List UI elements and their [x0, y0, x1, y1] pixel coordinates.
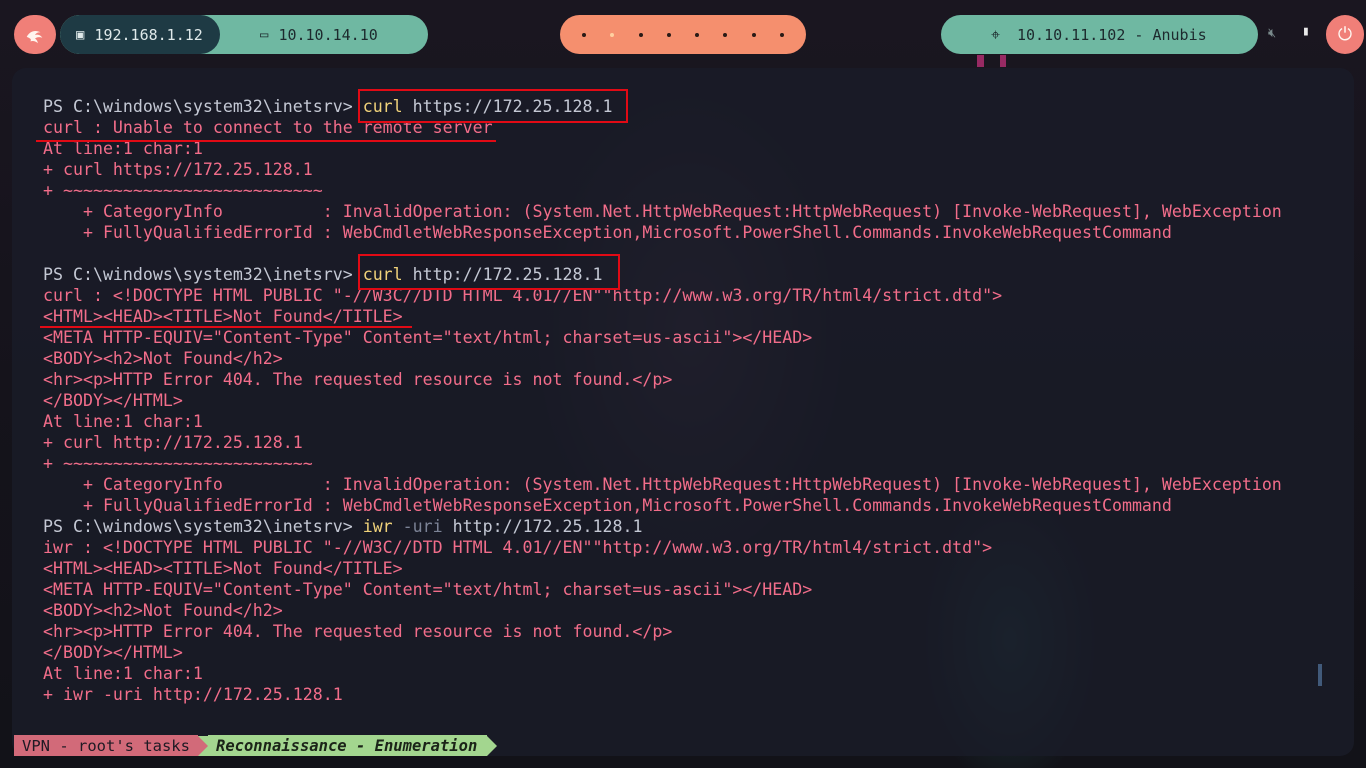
terminal-text-err: + ~~~~~~~~~~~~~~~~~~~~~~~~~~ [43, 181, 323, 200]
terminal-text-err: + curl https://172.25.128.1 [43, 160, 313, 179]
terminal-line: <BODY><h2>Not Found</h2> [43, 348, 1282, 369]
terminal-text-err: At line:1 char:1 [43, 664, 203, 683]
highlight-box-http-command [358, 254, 620, 290]
terminal-text-err: </BODY></HTML> [43, 391, 183, 410]
target-label: 10.10.11.102 - Anubis [1017, 25, 1207, 44]
terminal-text-err: + FullyQualifiedErrorId : WebCmdletWebRe… [43, 223, 1172, 242]
menu-button[interactable] [14, 15, 56, 54]
terminal-line: <BODY><h2>Not Found</h2> [43, 600, 1282, 621]
underline-connect-error [36, 140, 496, 142]
ethernet-icon: ▣ [76, 26, 85, 43]
local-ip-indicator: ▣ 192.168.1.12 [60, 15, 220, 54]
workspace-dot[interactable] [723, 32, 728, 37]
wallpaper-neon-streak [1000, 55, 1006, 67]
terminal-text-err: + curl http://172.25.128.1 [43, 433, 303, 452]
terminal-line: curl : Unable to connect to the remote s… [43, 117, 1282, 138]
underline-not-found-title [40, 326, 412, 328]
wallpaper-neon-streak [977, 55, 984, 67]
workspace-dot[interactable] [610, 32, 615, 37]
workspace-dot[interactable] [666, 32, 671, 37]
terminal-line: + CategoryInfo : InvalidOperation: (Syst… [43, 201, 1282, 222]
terminal-line: + FullyQualifiedErrorId : WebCmdletWebRe… [43, 222, 1282, 243]
terminal-window[interactable]: PS C:\windows\system32\inetsrv> curl htt… [12, 68, 1354, 756]
terminal-output: PS C:\windows\system32\inetsrv> curl htt… [43, 96, 1282, 705]
terminal-line: + FullyQualifiedErrorId : WebCmdletWebRe… [43, 495, 1282, 516]
terminal-text-err: + CategoryInfo : InvalidOperation: (Syst… [43, 475, 1282, 494]
power-button[interactable]: ⏻ [1326, 15, 1364, 54]
terminal-text-err: <BODY><h2>Not Found</h2> [43, 601, 283, 620]
terminal-text-prompt: PS C:\windows\system32\inetsrv> [43, 517, 363, 536]
tmux-status-bar: VPN - root's tasks Reconnaissance - Enum… [14, 735, 498, 756]
terminal-line: At line:1 char:1 [43, 411, 1282, 432]
terminal-text-err: <META HTTP-EQUIV="Content-Type" Content=… [43, 580, 813, 599]
terminal-line: </BODY></HTML> [43, 642, 1282, 663]
terminal-text-err: + ~~~~~~~~~~~~~~~~~~~~~~~~~ [43, 454, 313, 473]
terminal-line: + curl https://172.25.128.1 [43, 159, 1282, 180]
terminal-text-err: <HTML><HEAD><TITLE>Not Found</TITLE> [43, 559, 403, 578]
terminal-text-err: <META HTTP-EQUIV="Content-Type" Content=… [43, 328, 813, 347]
power-icon: ⏻ [1337, 24, 1353, 45]
terminal-text-err: </BODY></HTML> [43, 643, 183, 662]
network-addresses: ▣ 192.168.1.12 ▭ 10.10.14.10 [60, 15, 428, 54]
volume-mute-icon[interactable]: 🔇︎ [1268, 26, 1276, 41]
terminal-line: <hr><p>HTTP Error 404. The requested res… [43, 621, 1282, 642]
terminal-line: <META HTTP-EQUIV="Content-Type" Content=… [43, 579, 1282, 600]
terminal-text-err: <hr><p>HTTP Error 404. The requested res… [43, 622, 673, 641]
workspace-dot[interactable] [695, 32, 700, 37]
terminal-text-err: At line:1 char:1 [43, 412, 203, 431]
vpn-ip-label: 10.10.14.10 [278, 25, 378, 44]
powerline-separator [487, 735, 498, 756]
crosshair-icon: ⌖ [991, 25, 1001, 44]
terminal-text-err: + FullyQualifiedErrorId : WebCmdletWebRe… [43, 496, 1172, 515]
terminal-text-prompt: PS C:\windows\system32\inetsrv> [43, 265, 363, 284]
terminal-line: <hr><p>HTTP Error 404. The requested res… [43, 369, 1282, 390]
system-tray: 🔇︎ ▮ [1268, 24, 1310, 41]
terminal-text-err: <BODY><h2>Not Found</h2> [43, 349, 283, 368]
highlight-box-https-command [358, 89, 628, 123]
terminal-line: <HTML><HEAD><TITLE>Not Found</TITLE> [43, 306, 1282, 327]
terminal-line [43, 243, 1282, 264]
terminal-text-err: iwr : <!DOCTYPE HTML PUBLIC "-//W3C//DTD… [43, 538, 993, 557]
terminal-line: <META HTTP-EQUIV="Content-Type" Content=… [43, 327, 1282, 348]
terminal-line: + CategoryInfo : InvalidOperation: (Syst… [43, 474, 1282, 495]
scroll-indicator[interactable] [1318, 664, 1322, 686]
battery-icon: ▮ [1302, 24, 1310, 39]
workspace-dot[interactable] [751, 32, 756, 37]
terminal-line: iwr : <!DOCTYPE HTML PUBLIC "-//W3C//DTD… [43, 537, 1282, 558]
target-indicator: ⌖ 10.10.11.102 - Anubis [941, 15, 1258, 54]
tmux-window-label[interactable]: Reconnaissance - Enumeration [207, 735, 488, 756]
terminal-line: + ~~~~~~~~~~~~~~~~~~~~~~~~~ [43, 453, 1282, 474]
terminal-line: </BODY></HTML> [43, 390, 1282, 411]
terminal-line: <HTML><HEAD><TITLE>Not Found</TITLE> [43, 558, 1282, 579]
terminal-text-err: + CategoryInfo : InvalidOperation: (Syst… [43, 202, 1282, 221]
workspace-dot[interactable] [638, 32, 643, 37]
terminal-text-prompt: PS C:\windows\system32\inetsrv> [43, 97, 363, 116]
terminal-line: PS C:\windows\system32\inetsrv> iwr -uri… [43, 516, 1282, 537]
terminal-text-err: <hr><p>HTTP Error 404. The requested res… [43, 370, 673, 389]
terminal-line: curl : <!DOCTYPE HTML PUBLIC "-//W3C//DT… [43, 285, 1282, 306]
terminal-line: At line:1 char:1 [43, 663, 1282, 684]
vpn-ip-indicator: ▭ 10.10.14.10 [220, 26, 428, 44]
terminal-text-arg: http://172.25.128.1 [442, 517, 643, 536]
terminal-line: PS C:\windows\system32\inetsrv> curl htt… [43, 264, 1282, 285]
workspace-dot[interactable] [582, 32, 587, 37]
terminal-line: + iwr -uri http://172.25.128.1 [43, 684, 1282, 705]
terminal-text-cmd: iwr [362, 517, 393, 536]
terminal-text-err [43, 244, 53, 263]
terminal-text-err: + iwr -uri http://172.25.128.1 [43, 685, 343, 704]
terminal-line: + curl http://172.25.128.1 [43, 432, 1282, 453]
local-ip-label: 192.168.1.12 [94, 25, 203, 44]
workspace-dot[interactable] [779, 32, 784, 37]
terminal-line: PS C:\windows\system32\inetsrv> curl htt… [43, 96, 1282, 117]
laptop-icon: ▭ [260, 26, 269, 43]
powerline-separator [197, 735, 208, 756]
workspace-switcher[interactable] [560, 15, 806, 54]
tmux-session-label[interactable]: VPN - root's tasks [14, 735, 198, 756]
terminal-text-param: -uri [392, 517, 443, 536]
terminal-line: + ~~~~~~~~~~~~~~~~~~~~~~~~~~ [43, 180, 1282, 201]
kali-dragon-icon [26, 30, 43, 43]
terminal-text-err: <HTML><HEAD><TITLE>Not Found</TITLE> [43, 307, 403, 326]
